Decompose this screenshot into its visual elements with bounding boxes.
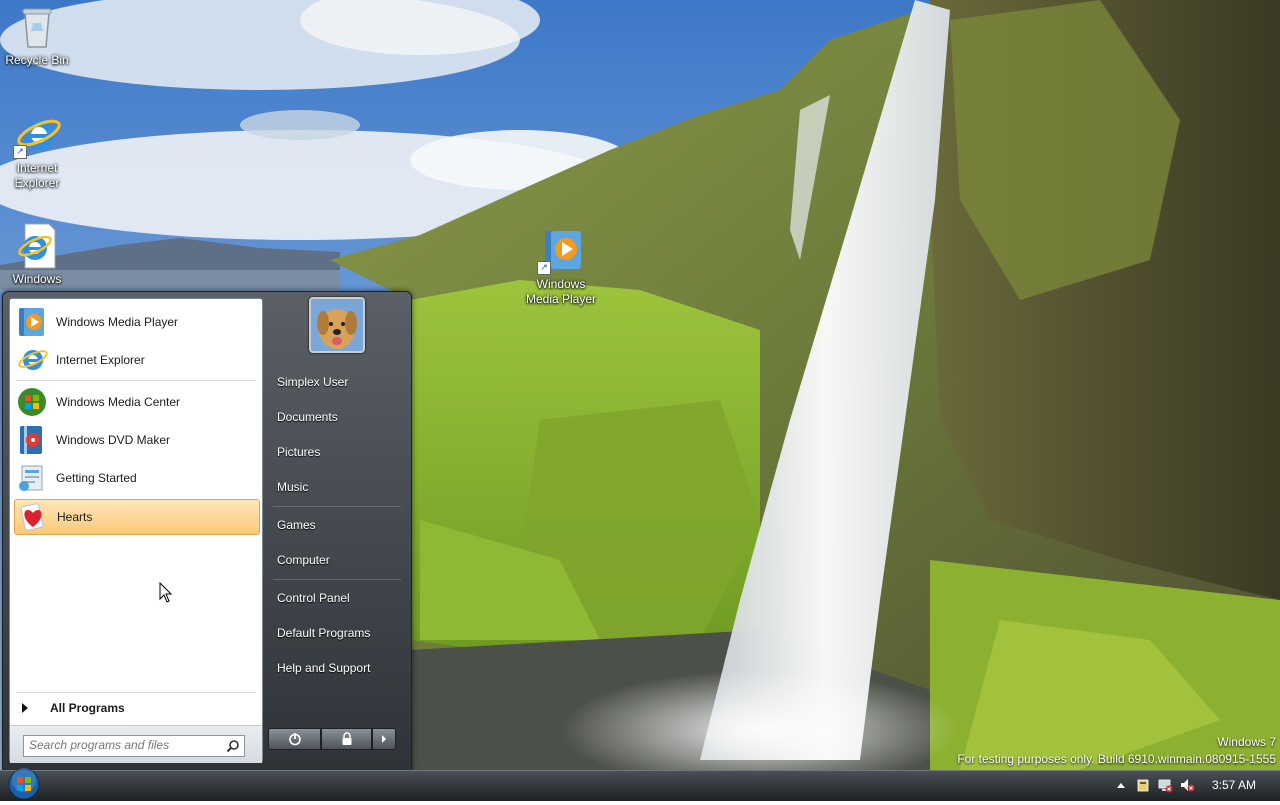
build-watermark-title: Windows 7: [1217, 735, 1276, 749]
arrow-right-icon: [22, 703, 28, 713]
desktop-icon-label: Windows: [12, 272, 62, 286]
arrow-right-icon: [382, 735, 387, 743]
internet-explorer-icon: ↗: [13, 111, 61, 159]
program-label: Hearts: [57, 510, 93, 524]
lock-icon: [342, 732, 352, 745]
program-label: Windows DVD Maker: [56, 433, 171, 447]
all-programs-label: All Programs: [50, 701, 125, 715]
desktop-icon-label: Recycle Bin: [5, 53, 69, 67]
windows-logo-icon: [8, 768, 40, 800]
search-box: [23, 735, 245, 757]
taskbar: [0, 770, 1280, 801]
user-avatar[interactable]: [309, 297, 365, 353]
menu-item-games[interactable]: Games: [273, 512, 407, 538]
network-icon[interactable]: [1157, 777, 1173, 793]
program-internet-explorer[interactable]: Internet Explorer: [14, 343, 258, 377]
menu-item-documents[interactable]: Documents: [273, 404, 407, 430]
build-watermark-text: For testing purposes only. Build 6910.wi…: [957, 752, 1276, 766]
menu-item-default-programs[interactable]: Default Programs: [273, 620, 407, 646]
power-icon: [288, 733, 301, 746]
menu-item-user[interactable]: Simplex User: [273, 369, 407, 395]
menu-item-pictures[interactable]: Pictures: [273, 439, 407, 465]
program-hearts[interactable]: Hearts: [14, 499, 260, 535]
all-programs-button[interactable]: All Programs: [18, 697, 256, 719]
desktop-icon-label: Internet Explorer: [14, 161, 60, 190]
action-center-icon[interactable]: [1135, 777, 1151, 793]
media-player-icon: ↗: [537, 227, 585, 275]
hearts-icon: [17, 501, 49, 533]
search-bar: [10, 725, 262, 763]
dvd-maker-icon: [16, 424, 48, 456]
menu-item-control-panel[interactable]: Control Panel: [273, 585, 407, 611]
shortcut-arrow-icon: ↗: [13, 145, 27, 159]
volume-muted-icon[interactable]: [1179, 777, 1195, 793]
power-button[interactable]: [268, 728, 322, 750]
system-tray: 3:57 AM: [1110, 770, 1280, 800]
media-player-icon: [16, 306, 48, 338]
shortcut-arrow-icon: ↗: [537, 261, 551, 275]
desktop-icon-label: Windows Media Player: [525, 277, 597, 306]
start-button[interactable]: [2, 766, 46, 802]
menu-separator: [273, 579, 401, 580]
program-label: Windows Media Player: [56, 315, 179, 329]
getting-started-icon: [16, 462, 48, 494]
start-menu-programs-pane: Windows Media Player Internet Explorer W…: [9, 298, 263, 763]
menu-separator: [273, 506, 401, 507]
lock-button[interactable]: [321, 728, 373, 750]
program-label: Internet Explorer: [56, 353, 145, 367]
program-label: Getting Started: [56, 471, 137, 485]
program-windows-dvd-maker[interactable]: Windows DVD Maker: [14, 423, 258, 457]
power-buttons: [268, 728, 396, 750]
start-menu: Windows Media Player Internet Explorer W…: [2, 291, 412, 772]
desktop-icon-recycle-bin[interactable]: Recycle Bin: [0, 3, 77, 68]
shutdown-options-button[interactable]: [372, 728, 396, 750]
internet-explorer-icon: [16, 344, 48, 376]
programs-separator: [16, 380, 256, 381]
all-programs-separator: [16, 692, 256, 693]
media-center-icon: [16, 386, 48, 418]
menu-item-computer[interactable]: Computer: [273, 547, 407, 573]
show-hidden-icons-icon[interactable]: [1113, 777, 1129, 793]
recycle-bin-icon: [13, 3, 61, 51]
search-input[interactable]: [24, 736, 219, 754]
document-ie-icon: [13, 222, 61, 270]
menu-item-music[interactable]: Music: [273, 474, 407, 500]
desktop-icon-windows-media-player[interactable]: ↗ Windows Media Player: [521, 227, 601, 307]
search-icon[interactable]: [226, 739, 240, 753]
menu-item-help-support[interactable]: Help and Support: [273, 655, 407, 681]
program-windows-media-player[interactable]: Windows Media Player: [14, 305, 258, 339]
clock[interactable]: 3:57 AM: [1212, 778, 1256, 792]
desktop-icon-internet-explorer[interactable]: ↗ Internet Explorer: [0, 111, 77, 191]
program-getting-started[interactable]: Getting Started: [14, 461, 258, 495]
program-label: Windows Media Center: [56, 395, 181, 409]
desktop-icon-windows[interactable]: Windows: [0, 222, 77, 287]
program-windows-media-center[interactable]: Windows Media Center: [14, 385, 258, 419]
mouse-cursor-icon: [159, 582, 173, 603]
